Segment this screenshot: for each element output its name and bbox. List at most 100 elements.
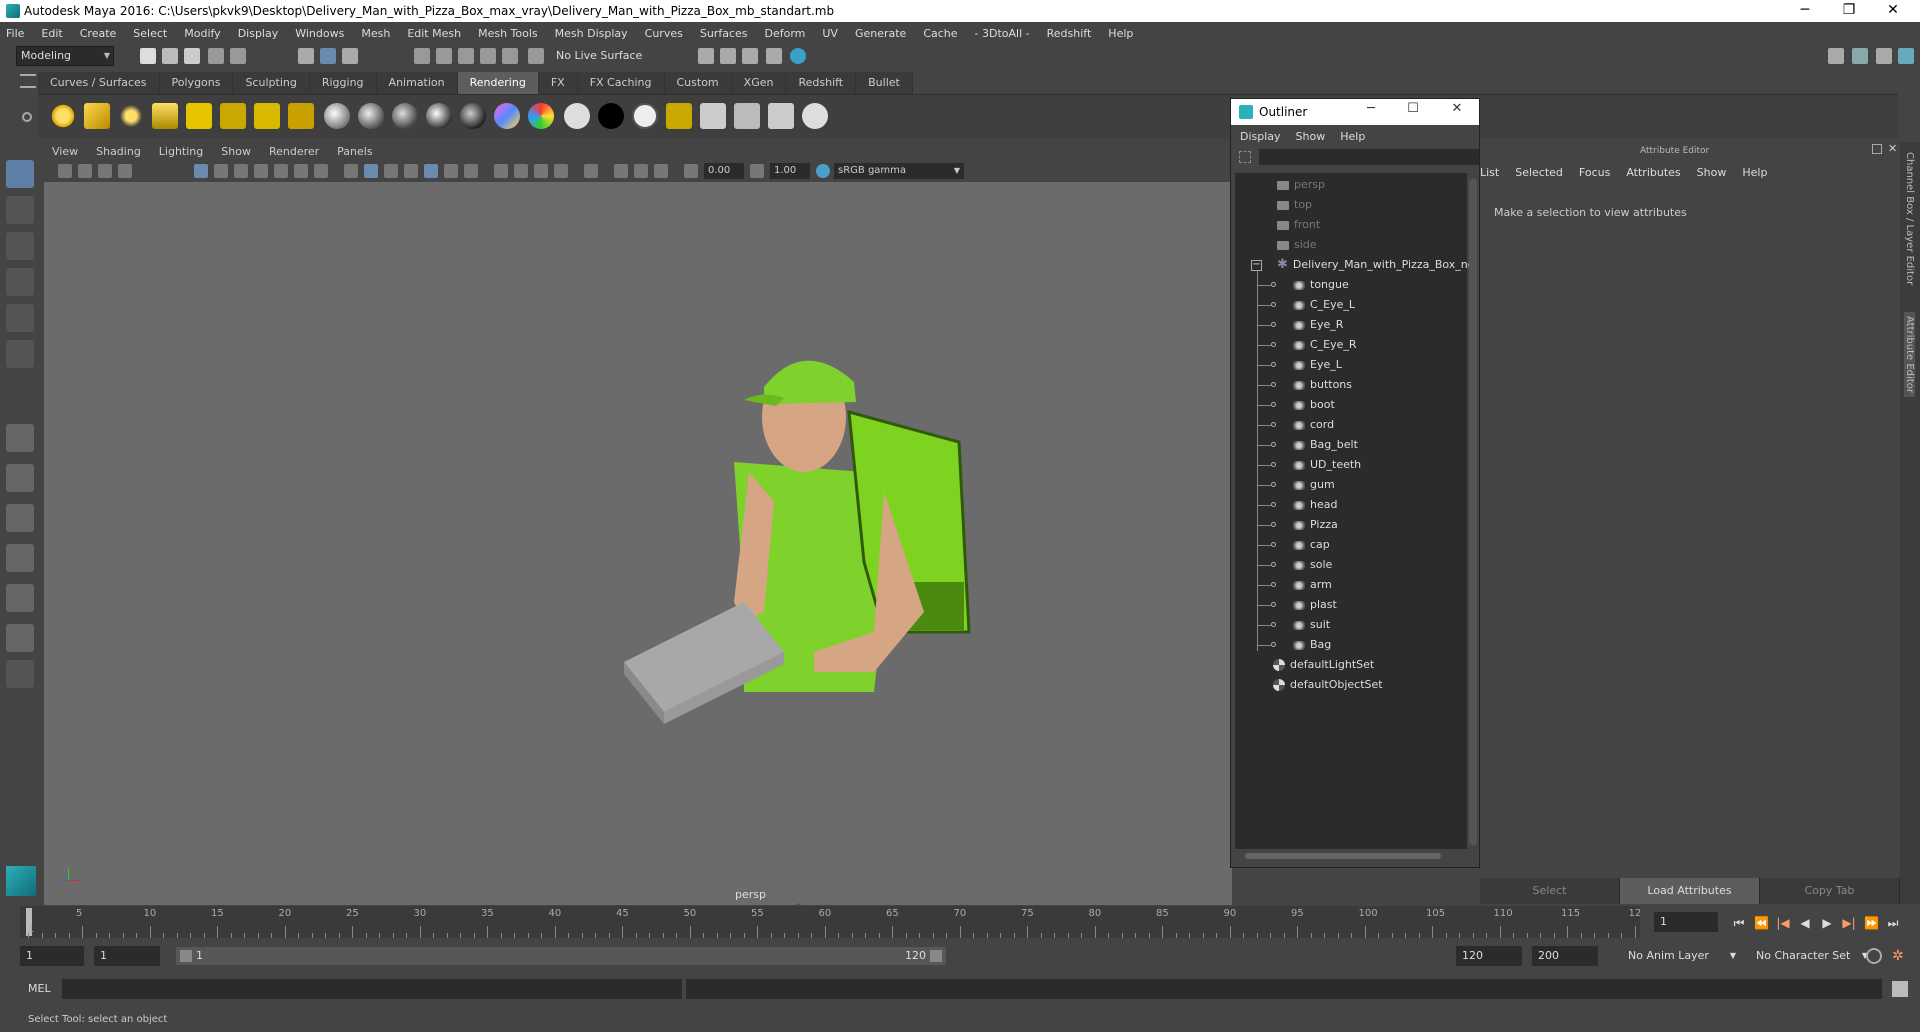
layout-single-icon[interactable] bbox=[1876, 48, 1892, 64]
range-bar[interactable]: 1 120 bbox=[176, 947, 946, 965]
image-plane-icon[interactable] bbox=[118, 164, 132, 178]
isolate-select-icon[interactable] bbox=[584, 164, 598, 178]
hypershade-icon[interactable] bbox=[790, 48, 806, 64]
ol-menu-display[interactable]: Display bbox=[1240, 130, 1281, 143]
outliner-item-eye_l[interactable]: Eye_L bbox=[1293, 355, 1342, 375]
tab-bullet[interactable]: Bullet bbox=[856, 72, 913, 94]
attr-menu-list[interactable]: List bbox=[1480, 166, 1499, 179]
close-panel-icon[interactable]: ✕ bbox=[1888, 142, 1897, 155]
viewport-persp[interactable] bbox=[44, 142, 1232, 905]
command-input[interactable] bbox=[62, 979, 682, 999]
outliner-item-default-light-set[interactable]: defaultLightSet bbox=[1273, 655, 1374, 675]
start-time-field[interactable]: 1 bbox=[20, 946, 84, 966]
collapse-icon[interactable]: − bbox=[1251, 260, 1262, 271]
step-forward-frame-icon[interactable]: ▶| bbox=[1842, 916, 1856, 930]
tab-xgen[interactable]: XGen bbox=[731, 72, 787, 94]
outliner-item-side[interactable]: side bbox=[1277, 235, 1317, 255]
multisample-icon[interactable] bbox=[534, 164, 548, 178]
field-chart-icon[interactable] bbox=[274, 164, 288, 178]
snap-point-icon[interactable] bbox=[458, 48, 474, 64]
step-back-key-icon[interactable]: ⏪ bbox=[1754, 916, 1769, 930]
time-slider[interactable]: 1 5 10 15 20 25 30 35 40 45 50 55 60 65 70 75 80 85 90 95 1… bbox=[20, 906, 1660, 938]
range-start-handle[interactable] bbox=[180, 950, 192, 962]
vp-menu-show[interactable]: Show bbox=[221, 145, 251, 158]
outliner-item-c_eye_r[interactable]: C_Eye_R bbox=[1293, 335, 1357, 355]
outliner-item-front[interactable]: front bbox=[1277, 215, 1320, 235]
outliner-item-tongue[interactable]: tongue bbox=[1293, 275, 1349, 295]
play-forwards-icon[interactable]: ▶ bbox=[1820, 916, 1834, 930]
tab-curves-surfaces[interactable]: Curves / Surfaces bbox=[38, 72, 160, 94]
tab-rigging[interactable]: Rigging bbox=[309, 72, 377, 94]
rotate-tool-icon[interactable] bbox=[6, 304, 34, 332]
ramp-shader-icon[interactable] bbox=[494, 103, 520, 129]
bookmark-icon[interactable] bbox=[98, 164, 112, 178]
resolution-gate-icon[interactable] bbox=[234, 164, 248, 178]
step-back-frame-icon[interactable]: |◀ bbox=[1776, 916, 1790, 930]
outliner-horizontal-scrollbar[interactable] bbox=[1239, 851, 1467, 861]
outliner-item-persp[interactable]: persp bbox=[1277, 175, 1325, 195]
layout-persp-graph-icon[interactable] bbox=[6, 584, 34, 612]
xray-icon[interactable] bbox=[404, 164, 418, 178]
outliner-item-arm[interactable]: arm bbox=[1293, 575, 1332, 595]
snap-view-icon[interactable] bbox=[480, 48, 496, 64]
render-layer-icon[interactable] bbox=[734, 103, 760, 129]
outliner-item-c_eye_l[interactable]: C_Eye_L bbox=[1293, 295, 1355, 315]
live-surface-field[interactable]: No Live Surface bbox=[552, 47, 658, 65]
ambient-occlusion-icon[interactable] bbox=[494, 164, 508, 178]
live-surface-icon[interactable] bbox=[528, 48, 544, 64]
redo-icon[interactable] bbox=[230, 48, 246, 64]
layout-four-pane-icon[interactable] bbox=[6, 464, 34, 492]
xray-joints-icon[interactable] bbox=[614, 164, 628, 178]
menu-modify[interactable]: Modify bbox=[184, 27, 220, 40]
outliner-item-gum[interactable]: gum bbox=[1293, 475, 1335, 495]
filter-icon[interactable] bbox=[1239, 151, 1251, 163]
minimize-icon[interactable]: ─ bbox=[1782, 0, 1828, 22]
attr-menu-attributes[interactable]: Attributes bbox=[1626, 166, 1680, 179]
menu-redshift[interactable]: Redshift bbox=[1047, 27, 1092, 40]
go-to-start-icon[interactable]: ⏮ bbox=[1732, 916, 1746, 930]
shadows-icon[interactable] bbox=[464, 164, 478, 178]
directional-light-icon[interactable] bbox=[84, 103, 110, 129]
xray-active-icon[interactable] bbox=[634, 164, 648, 178]
use-background-icon[interactable] bbox=[564, 103, 590, 129]
step-forward-key-icon[interactable]: ⏩ bbox=[1864, 916, 1879, 930]
render-setup-icon[interactable] bbox=[288, 103, 314, 129]
layout-two-pane-icon[interactable] bbox=[6, 504, 34, 532]
playback-end-field[interactable]: 120 bbox=[1456, 946, 1522, 966]
tab-custom[interactable]: Custom bbox=[664, 72, 732, 94]
exposure-field[interactable]: 0.00 bbox=[704, 163, 744, 179]
vp-menu-view[interactable]: View bbox=[52, 145, 78, 158]
outliner-item-suit[interactable]: suit bbox=[1293, 615, 1330, 635]
tab-sculpting[interactable]: Sculpting bbox=[233, 72, 310, 94]
menu-generate[interactable]: Generate bbox=[855, 27, 906, 40]
minimize-icon[interactable]: ─ bbox=[1353, 101, 1389, 116]
outliner-item-pizza[interactable]: Pizza bbox=[1293, 515, 1338, 535]
go-to-end-icon[interactable]: ⏭ bbox=[1886, 916, 1900, 930]
end-time-field[interactable]: 200 bbox=[1532, 946, 1598, 966]
layout-toggle-icon[interactable] bbox=[1898, 48, 1914, 64]
range-end-handle[interactable] bbox=[930, 950, 942, 962]
menu-select[interactable]: Select bbox=[133, 27, 167, 40]
light-editor-icon[interactable] bbox=[254, 103, 280, 129]
outliner-item-sole[interactable]: sole bbox=[1293, 555, 1332, 575]
menu-display[interactable]: Display bbox=[238, 27, 279, 40]
tab-redshift[interactable]: Redshift bbox=[786, 72, 857, 94]
wireframe-on-shaded-icon[interactable] bbox=[384, 164, 398, 178]
outliner-item-root[interactable]: ✱ Delivery_Man_with_Pizza_Box_ncl bbox=[1277, 255, 1477, 275]
backface-icon[interactable] bbox=[654, 164, 668, 178]
textured-icon[interactable] bbox=[424, 164, 438, 178]
maximize-icon[interactable]: ☐ bbox=[1395, 101, 1431, 116]
vp-menu-renderer[interactable]: Renderer bbox=[269, 145, 319, 158]
render-frame-icon[interactable] bbox=[720, 48, 736, 64]
outliner-vertical-scrollbar[interactable] bbox=[1469, 179, 1477, 845]
tab-channel-box[interactable]: Channel Box / Layer Editor bbox=[1904, 152, 1915, 285]
vp-menu-panels[interactable]: Panels bbox=[337, 145, 372, 158]
select-object-icon[interactable] bbox=[320, 48, 336, 64]
render-icon[interactable] bbox=[666, 103, 692, 129]
grid-icon[interactable] bbox=[194, 164, 208, 178]
layered-shader-icon[interactable] bbox=[632, 103, 658, 129]
tab-rendering[interactable]: Rendering bbox=[457, 72, 539, 94]
outliner-item-boot[interactable]: boot bbox=[1293, 395, 1335, 415]
menu-edit-mesh[interactable]: Edit Mesh bbox=[407, 27, 461, 40]
tab-fx-caching[interactable]: FX Caching bbox=[577, 72, 665, 94]
